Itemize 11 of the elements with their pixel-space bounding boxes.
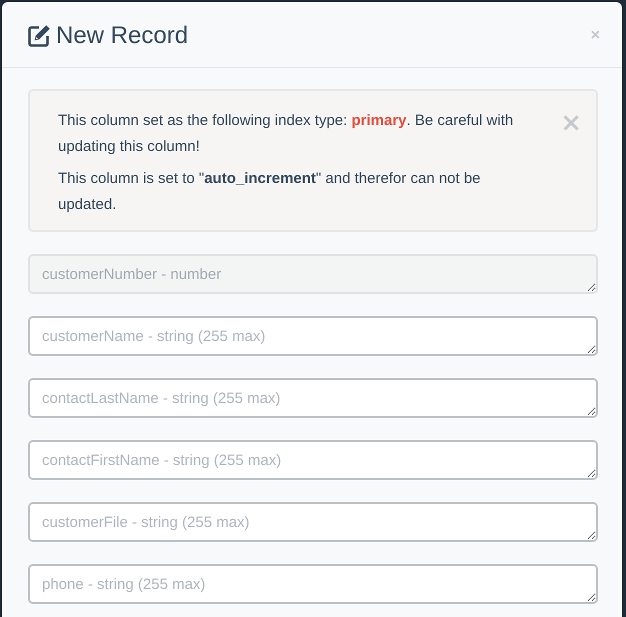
input-field[interactable]: customerName - string (255 max) — [28, 316, 598, 356]
input-field[interactable]: phone - string (255 max) — [28, 564, 598, 604]
input-field[interactable]: customerFile - string (255 max) — [28, 502, 598, 542]
alert-message: This column set as the following index type: primary. Be careful with updating this column! — [58, 111, 514, 157]
modal-title: New Record — [56, 22, 188, 50]
edit-icon — [27, 24, 51, 48]
input-field[interactable]: contactFirstName - string (255 max) — [28, 440, 598, 480]
close-button[interactable]: × — [586, 28, 604, 44]
alert-message: This column is set to "auto_increment" and therefor can not be updated. — [58, 169, 482, 215]
alert-close-button[interactable]: × — [560, 110, 582, 136]
input-field[interactable]: contactLastName - string (255 max) — [28, 378, 598, 418]
